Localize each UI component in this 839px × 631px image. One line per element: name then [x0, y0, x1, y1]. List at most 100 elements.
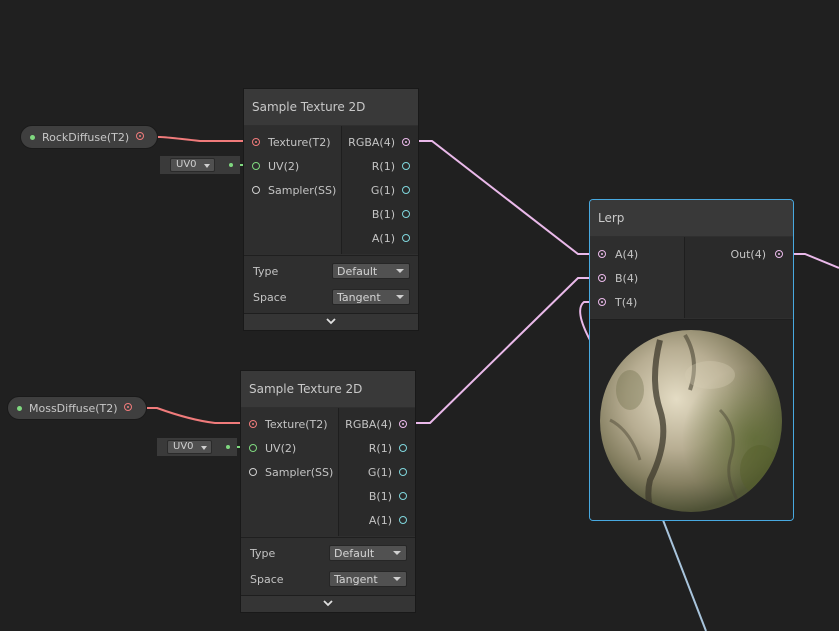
- slot-label: Texture(T2): [268, 136, 331, 149]
- wire-rock-texture[interactable]: [150, 136, 252, 142]
- uv-channel-dropdown[interactable]: UV0: [167, 440, 212, 454]
- texture-input-port[interactable]: [252, 138, 260, 146]
- uv-input-port[interactable]: [249, 444, 257, 452]
- sampler-input-port[interactable]: [252, 186, 260, 194]
- wire-rgba-to-a[interactable]: [411, 140, 600, 255]
- slot-label: B(1): [371, 208, 395, 221]
- uv-channel-field: UV0: [160, 156, 240, 174]
- setting-label: Space: [250, 573, 284, 586]
- chevron-down-icon: [326, 318, 336, 325]
- slot-label: T(4): [615, 296, 638, 309]
- texture-input-port[interactable]: [249, 420, 257, 428]
- lerp-node[interactable]: Lerp A(4) B(4) T(4) Out(4): [589, 199, 794, 521]
- input-slot-texture[interactable]: Texture(T2): [244, 131, 342, 155]
- chevron-down-icon: [323, 600, 333, 607]
- setting-label: Type: [253, 265, 279, 278]
- input-slot-uv[interactable]: UV(2): [244, 155, 342, 179]
- input-slot-sampler[interactable]: Sampler(SS): [241, 461, 339, 485]
- input-slot-a[interactable]: A(4): [590, 243, 685, 267]
- node-title-bar[interactable]: Sample Texture 2D: [244, 89, 418, 125]
- output-slot-a[interactable]: A(1): [342, 227, 418, 251]
- rgba-output-port[interactable]: [402, 138, 410, 146]
- node-title-bar[interactable]: Sample Texture 2D: [241, 371, 415, 407]
- type-setting: Type Default: [241, 541, 415, 567]
- input-slot-sampler[interactable]: Sampler(SS): [244, 179, 342, 203]
- space-setting: Space Tangent: [244, 285, 418, 311]
- r-output-port[interactable]: [402, 162, 410, 170]
- node-title: Lerp: [598, 211, 625, 225]
- property-label: RockDiffuse(T2): [42, 131, 130, 144]
- b-output-port[interactable]: [399, 492, 407, 500]
- property-rock-diffuse[interactable]: RockDiffuse(T2): [20, 125, 158, 149]
- node-outputs: Out(4): [684, 237, 793, 318]
- slot-label: Out(4): [730, 248, 766, 261]
- caret-down-icon: [393, 577, 401, 581]
- node-settings: Type Default Space Tangent: [241, 537, 415, 598]
- input-slot-t[interactable]: T(4): [590, 291, 685, 315]
- uv-channel-field: UV0: [157, 438, 237, 456]
- a-output-port[interactable]: [402, 234, 410, 242]
- caret-down-icon: [393, 551, 401, 555]
- uv-channel-value: UV0: [176, 159, 197, 170]
- wire-preview-down[interactable]: [662, 519, 707, 631]
- g-output-port[interactable]: [399, 468, 407, 476]
- type-dropdown[interactable]: Default: [329, 545, 407, 561]
- slot-label: B(1): [368, 490, 392, 503]
- rgba-output-port[interactable]: [399, 420, 407, 428]
- sample-texture-2d-node[interactable]: Sample Texture 2D Texture(T2) UV(2) Samp…: [240, 370, 416, 613]
- uv-channel-dropdown[interactable]: UV0: [170, 158, 215, 172]
- node-inputs: Texture(T2) UV(2) Sampler(SS): [241, 408, 339, 536]
- dropdown-value: Default: [334, 547, 375, 560]
- slot-label: B(4): [615, 272, 639, 285]
- input-slot-b[interactable]: B(4): [590, 267, 685, 291]
- slot-label: UV(2): [268, 160, 300, 173]
- wire-rgba-to-b[interactable]: [408, 277, 600, 424]
- a-input-port[interactable]: [598, 250, 606, 258]
- expand-button[interactable]: [241, 595, 415, 612]
- dropdown-value: Tangent: [334, 573, 378, 586]
- sample-texture-2d-node[interactable]: Sample Texture 2D Texture(T2) UV(2) Samp…: [243, 88, 419, 331]
- property-moss-diffuse[interactable]: MossDiffuse(T2): [7, 396, 147, 420]
- output-slot-r[interactable]: R(1): [339, 437, 415, 461]
- setting-label: Type: [250, 547, 276, 560]
- property-dot: [17, 406, 22, 411]
- output-slot-a[interactable]: A(1): [339, 509, 415, 533]
- space-dropdown[interactable]: Tangent: [329, 571, 407, 587]
- slot-label: RGBA(4): [348, 136, 395, 149]
- property-label: MossDiffuse(T2): [29, 402, 118, 415]
- dropdown-value: Default: [337, 265, 378, 278]
- a-output-port[interactable]: [399, 516, 407, 524]
- slot-label: A(1): [371, 232, 395, 245]
- out-output-port[interactable]: [775, 250, 783, 258]
- sampler-input-port[interactable]: [249, 468, 257, 476]
- type-dropdown[interactable]: Default: [332, 263, 410, 279]
- b-input-port[interactable]: [598, 274, 606, 282]
- output-slot-r[interactable]: R(1): [342, 155, 418, 179]
- caret-down-icon: [396, 269, 404, 273]
- t-input-port[interactable]: [598, 298, 606, 306]
- slot-label: R(1): [371, 160, 395, 173]
- node-title-bar[interactable]: Lerp: [590, 200, 793, 236]
- input-slot-uv[interactable]: UV(2): [241, 437, 339, 461]
- output-slot-rgba[interactable]: RGBA(4): [342, 131, 418, 155]
- slot-label: A(4): [615, 248, 639, 261]
- output-slot-g[interactable]: G(1): [342, 179, 418, 203]
- b-output-port[interactable]: [402, 210, 410, 218]
- space-dropdown[interactable]: Tangent: [332, 289, 410, 305]
- expand-button[interactable]: [244, 313, 418, 330]
- slot-label: R(1): [368, 442, 392, 455]
- output-slot-out[interactable]: Out(4): [685, 243, 793, 267]
- output-slot-b[interactable]: B(1): [342, 203, 418, 227]
- output-slot-rgba[interactable]: RGBA(4): [339, 413, 415, 437]
- wire-moss-texture[interactable]: [147, 407, 249, 424]
- input-slot-texture[interactable]: Texture(T2): [241, 413, 339, 437]
- node-settings: Type Default Space Tangent: [244, 255, 418, 316]
- uv-input-port[interactable]: [252, 162, 260, 170]
- property-output-port[interactable]: [136, 132, 144, 140]
- r-output-port[interactable]: [399, 444, 407, 452]
- output-slot-b[interactable]: B(1): [339, 485, 415, 509]
- property-output-port[interactable]: [124, 403, 132, 411]
- g-output-port[interactable]: [402, 186, 410, 194]
- slot-label: Texture(T2): [265, 418, 328, 431]
- output-slot-g[interactable]: G(1): [339, 461, 415, 485]
